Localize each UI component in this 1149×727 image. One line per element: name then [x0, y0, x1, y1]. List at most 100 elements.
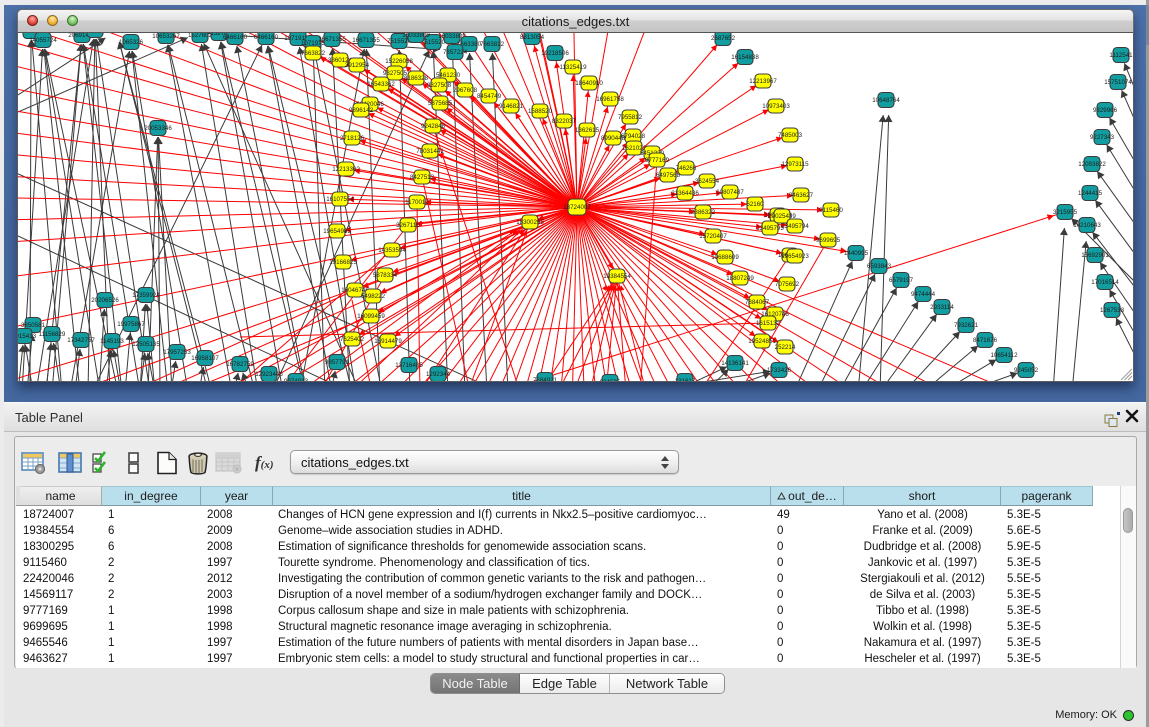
svg-text:3267110: 3267110	[396, 222, 420, 229]
svg-text:1588520: 1588520	[528, 108, 553, 115]
svg-text:16782759: 16782759	[226, 361, 254, 368]
svg-text:8454749: 8454749	[477, 93, 502, 100]
svg-text:1733426: 1733426	[767, 367, 792, 374]
svg-text:11156829: 11156829	[39, 331, 66, 338]
svg-text:7515520: 7515520	[421, 39, 446, 46]
svg-text:8186328: 8186328	[404, 75, 429, 82]
svg-text:16961758: 16961758	[596, 96, 624, 103]
svg-text:6794028: 6794028	[621, 133, 646, 140]
svg-text:9146821: 9146821	[499, 103, 524, 110]
svg-text:16914479: 16914479	[374, 338, 402, 345]
svg-text:6497568: 6497568	[656, 172, 681, 179]
svg-text:19654923: 19654923	[781, 253, 809, 260]
svg-text:17359924: 17359924	[132, 292, 160, 299]
svg-text:9699695: 9699695	[816, 237, 841, 244]
svg-text:19654985: 19654985	[323, 228, 351, 235]
svg-text:9115460: 9115460	[819, 207, 843, 214]
svg-text:924505: 924505	[600, 379, 621, 381]
svg-text:21364436: 21364436	[671, 190, 699, 197]
svg-text:12213967: 12213967	[749, 78, 777, 85]
svg-text:1170012: 1170012	[405, 199, 429, 206]
svg-text:3912954: 3912954	[345, 62, 370, 69]
svg-text:20206526: 20206526	[91, 297, 119, 304]
svg-text:9974033: 9974033	[284, 378, 309, 381]
svg-text:15226058: 15226058	[385, 58, 413, 65]
svg-text:13495794: 13495794	[781, 223, 809, 230]
svg-text:19975867: 19975867	[117, 321, 145, 328]
svg-text:1145193: 1145193	[100, 338, 124, 345]
svg-text:131617: 131617	[675, 378, 696, 381]
svg-text:16154838: 16154838	[731, 54, 759, 61]
svg-text:1527602: 1527602	[188, 33, 213, 39]
svg-text:20053346: 20053346	[144, 125, 172, 132]
svg-text:17957253: 17957253	[163, 349, 191, 356]
svg-text:6593843: 6593843	[867, 263, 892, 270]
svg-text:19384554: 19384554	[603, 273, 631, 280]
svg-text:18640910: 18640910	[575, 80, 603, 87]
svg-text:1267533: 1267533	[1100, 307, 1125, 314]
svg-text:9227343: 9227343	[1090, 134, 1115, 141]
svg-text:11325419: 11325419	[559, 64, 587, 71]
svg-text:15720407: 15720407	[699, 233, 727, 240]
svg-text:3915413: 3915413	[18, 333, 37, 340]
svg-text:12213302: 12213302	[332, 166, 360, 173]
svg-text:13716485: 13716485	[395, 362, 423, 369]
svg-text:16107554: 16107554	[326, 196, 354, 203]
svg-text:10688609: 10688609	[711, 254, 739, 261]
svg-text:9474444: 9474444	[911, 291, 936, 298]
svg-text:2386322: 2386322	[691, 209, 716, 216]
svg-text:7485003: 7485003	[778, 132, 803, 139]
svg-text:2718126: 2718126	[340, 135, 365, 142]
svg-text:1615132: 1615132	[756, 320, 781, 327]
svg-text:8427512: 8427512	[410, 174, 435, 181]
svg-text:7663822: 7663822	[301, 50, 326, 57]
svg-text:15692901: 15692901	[1081, 252, 1109, 259]
svg-text:9329966: 9329966	[1093, 107, 1118, 114]
svg-text:2967608: 2967608	[453, 87, 478, 94]
svg-text:19524851: 19524851	[748, 338, 776, 345]
svg-text:10807487: 10807487	[716, 189, 744, 196]
svg-text:5878334: 5878334	[373, 272, 398, 279]
svg-text:1362615: 1362615	[575, 127, 600, 134]
svg-text:2933114: 2933114	[930, 304, 954, 311]
svg-text:7663812: 7663812	[480, 41, 505, 48]
svg-text:1440995: 1440995	[844, 250, 869, 257]
svg-text:16099459: 16099459	[357, 313, 385, 320]
svg-text:16671355: 16671355	[318, 36, 346, 43]
svg-text:14136141: 14136141	[721, 360, 749, 367]
svg-text:1244415: 1244415	[1078, 190, 1103, 197]
svg-text:10653267: 10653267	[152, 33, 180, 40]
svg-text:7955812: 7955812	[618, 114, 643, 121]
svg-text:2069140: 2069140	[83, 33, 108, 34]
svg-text:7625402: 7625402	[340, 336, 365, 343]
svg-text:14055724: 14055724	[29, 37, 57, 44]
svg-text:16033809: 16033809	[402, 33, 430, 39]
svg-text:12973115: 12973115	[781, 161, 809, 168]
svg-text:2687652: 2687652	[711, 35, 736, 42]
svg-text:9777169: 9777169	[645, 157, 670, 164]
svg-text:18724007: 18724007	[563, 204, 591, 211]
svg-text:19166825: 19166825	[329, 259, 357, 266]
svg-text:252214: 252214	[775, 344, 796, 351]
svg-text:746266: 746266	[676, 165, 697, 172]
svg-text:5875685: 5875685	[428, 100, 453, 107]
svg-text:13495793: 13495793	[756, 225, 784, 232]
svg-text:8322037: 8322037	[552, 118, 577, 125]
svg-text:3215955: 3215955	[1053, 209, 1078, 216]
svg-text:12505135: 12505135	[132, 341, 160, 348]
svg-text:7932621: 7932621	[954, 322, 979, 329]
svg-text:17016514: 17016514	[1091, 279, 1119, 286]
svg-text:6466160: 6466160	[223, 34, 248, 41]
svg-text:16958107: 16958107	[191, 355, 219, 362]
svg-text:7584921: 7584921	[533, 377, 558, 381]
svg-text:10654112: 10654112	[990, 352, 1018, 359]
svg-text:17342757: 17342757	[67, 337, 95, 344]
svg-text:1065326: 1065326	[119, 39, 144, 46]
svg-text:8471676: 8471676	[973, 337, 998, 344]
svg-text:15751074: 15751074	[1104, 79, 1132, 86]
svg-text:7857224: 7857224	[443, 49, 468, 56]
svg-text:12093822: 12093822	[1078, 161, 1106, 168]
svg-text:9242848: 9242848	[421, 123, 446, 130]
svg-text:78031441: 78031441	[416, 148, 444, 155]
svg-text:5498222: 5498222	[361, 293, 386, 300]
